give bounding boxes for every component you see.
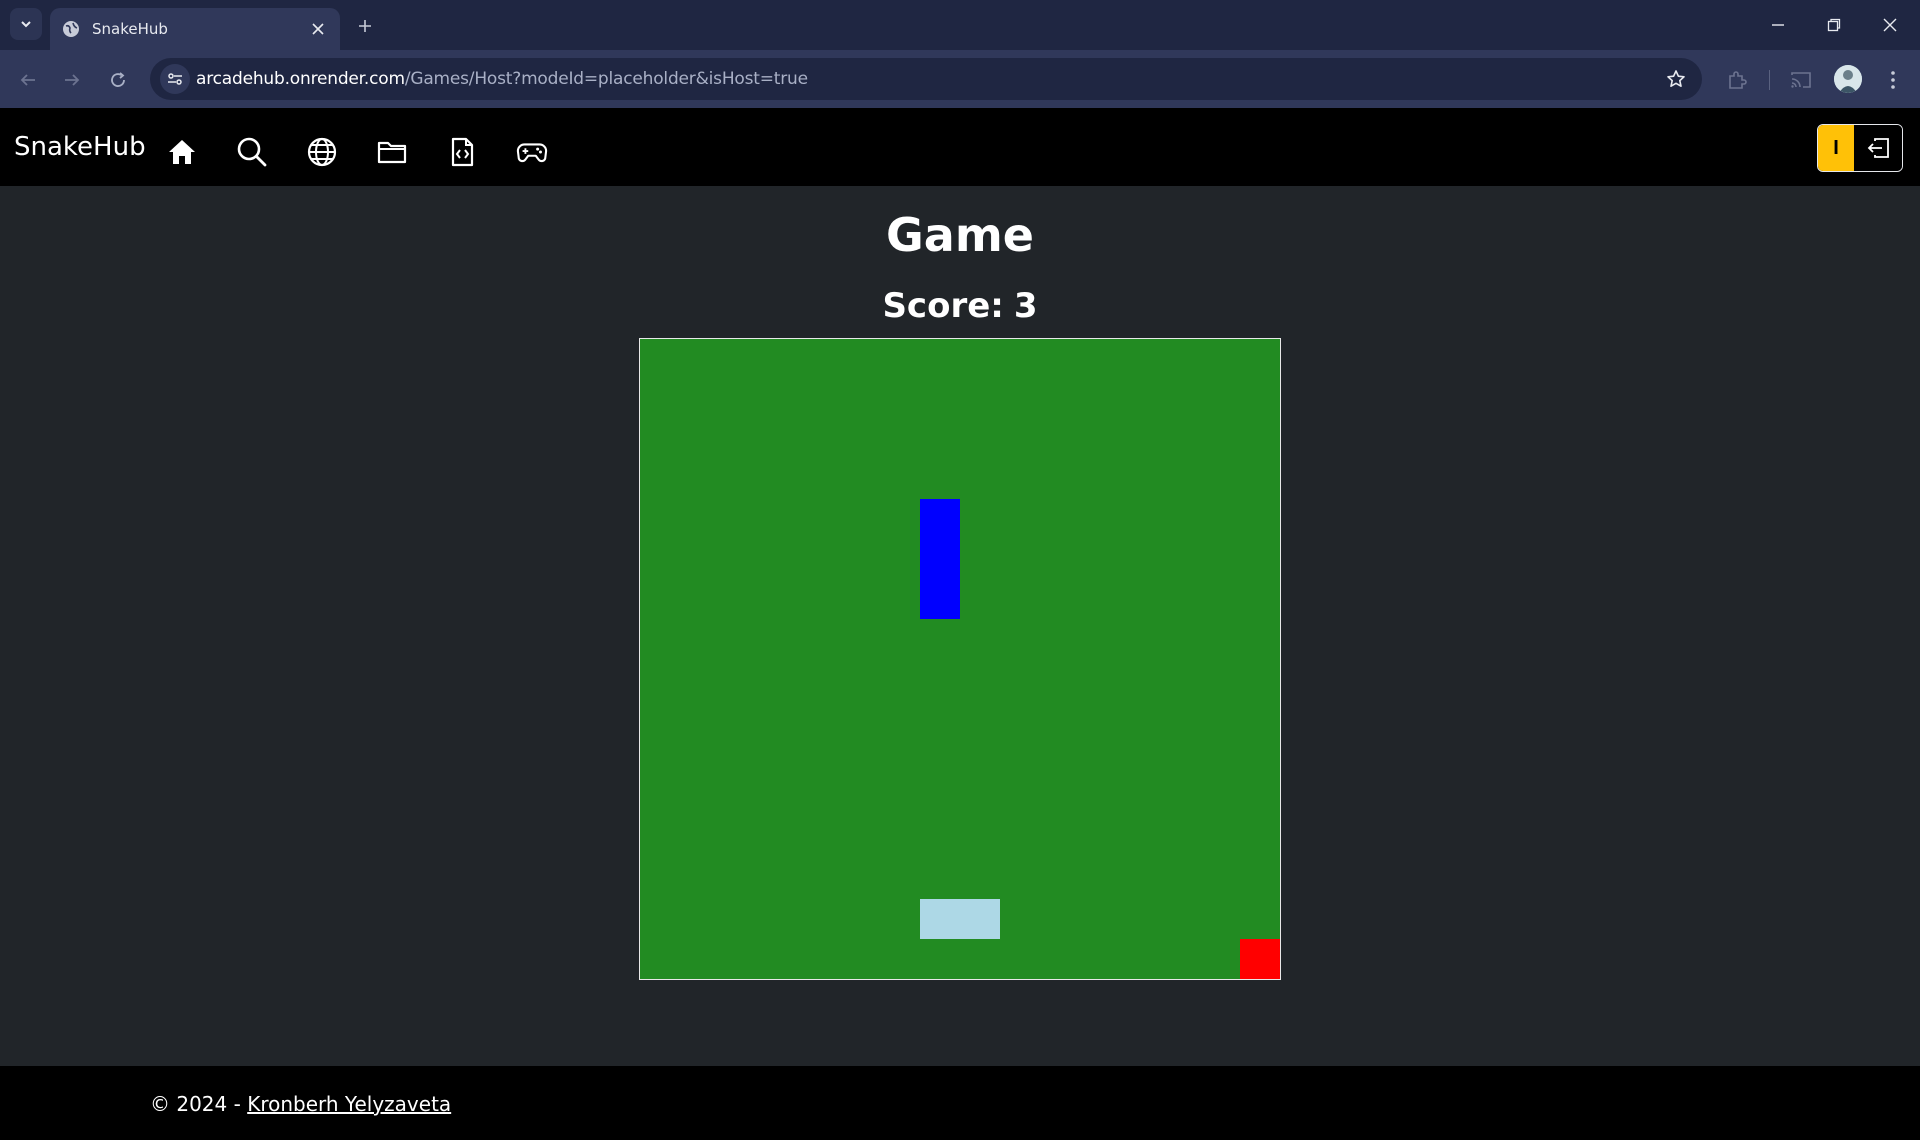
close-icon — [1883, 18, 1897, 32]
restore-button[interactable] — [1814, 10, 1854, 40]
minimize-icon — [1772, 24, 1784, 26]
profile-icon — [1834, 65, 1862, 93]
globe-icon — [62, 20, 80, 38]
browser-toolbar: arcadehub.onrender.com/Games/Host?modeId… — [0, 50, 1920, 108]
toolbar-divider — [1769, 70, 1770, 90]
copyright-text: © 2024 - — [150, 1092, 241, 1116]
site-navbar: SnakeHub I — [0, 108, 1920, 186]
plus-icon — [359, 20, 371, 32]
logout-icon — [1867, 138, 1889, 158]
gamepad-icon[interactable] — [516, 136, 548, 168]
url-path: /Games/Host?modeId=placeholder&isHost=tr… — [404, 69, 808, 89]
tab-search-button[interactable] — [10, 8, 42, 40]
user-controls: I — [1817, 124, 1903, 172]
reload-icon — [111, 72, 125, 87]
user-initial-badge[interactable]: I — [1818, 125, 1854, 171]
folder-icon[interactable] — [376, 136, 408, 168]
author-link[interactable]: Kronberh Yelyzaveta — [247, 1092, 451, 1116]
site-info-button[interactable] — [160, 64, 190, 94]
tab-title: SnakeHub — [92, 20, 168, 38]
search-icon[interactable] — [236, 136, 268, 168]
lightblue-paddle — [920, 899, 1000, 939]
code-file-icon[interactable] — [446, 136, 478, 168]
score-display: Score: 3 — [0, 286, 1920, 326]
footer: © 2024 - Kronberh Yelyzaveta — [0, 1066, 1920, 1140]
minimize-button[interactable] — [1758, 10, 1798, 40]
url-text: arcadehub.onrender.com/Games/Host?modeId… — [196, 69, 808, 89]
close-window-button[interactable] — [1870, 10, 1910, 40]
reload-button[interactable] — [104, 66, 132, 94]
home-icon[interactable] — [166, 136, 198, 168]
score-label: Score: — [882, 286, 1004, 326]
restore-icon — [1827, 18, 1841, 32]
profile-avatar[interactable] — [1834, 65, 1862, 93]
url-host: arcadehub.onrender.com — [196, 69, 405, 89]
extensions-icon[interactable] — [1724, 67, 1750, 93]
arrow-right-icon — [65, 74, 80, 86]
arrow-left-icon — [20, 74, 35, 86]
forward-button[interactable] — [58, 66, 86, 94]
bookmark-star-icon[interactable] — [1664, 67, 1688, 91]
brand-link[interactable]: SnakeHub — [14, 132, 146, 162]
logout-button[interactable] — [1854, 125, 1902, 171]
address-bar[interactable]: arcadehub.onrender.com/Games/Host?modeId… — [150, 58, 1702, 100]
tune-icon — [168, 73, 182, 85]
browser-tab[interactable]: SnakeHub — [50, 8, 340, 50]
red-food — [1240, 939, 1280, 979]
chevron-down-icon — [21, 21, 31, 28]
close-icon[interactable] — [306, 17, 330, 41]
browser-tabstrip: SnakeHub — [0, 0, 1920, 50]
footer-text: © 2024 - Kronberh Yelyzaveta — [150, 1092, 451, 1116]
cast-icon[interactable] — [1788, 67, 1814, 93]
new-tab-button[interactable] — [352, 13, 378, 39]
page-title: Game — [886, 208, 1034, 262]
game-board[interactable] — [639, 338, 1281, 980]
score-value: 3 — [1013, 286, 1038, 326]
back-button[interactable] — [14, 66, 42, 94]
blue-paddle — [920, 499, 960, 619]
globe-icon[interactable] — [306, 136, 338, 168]
menu-dots-icon[interactable] — [1880, 67, 1906, 93]
